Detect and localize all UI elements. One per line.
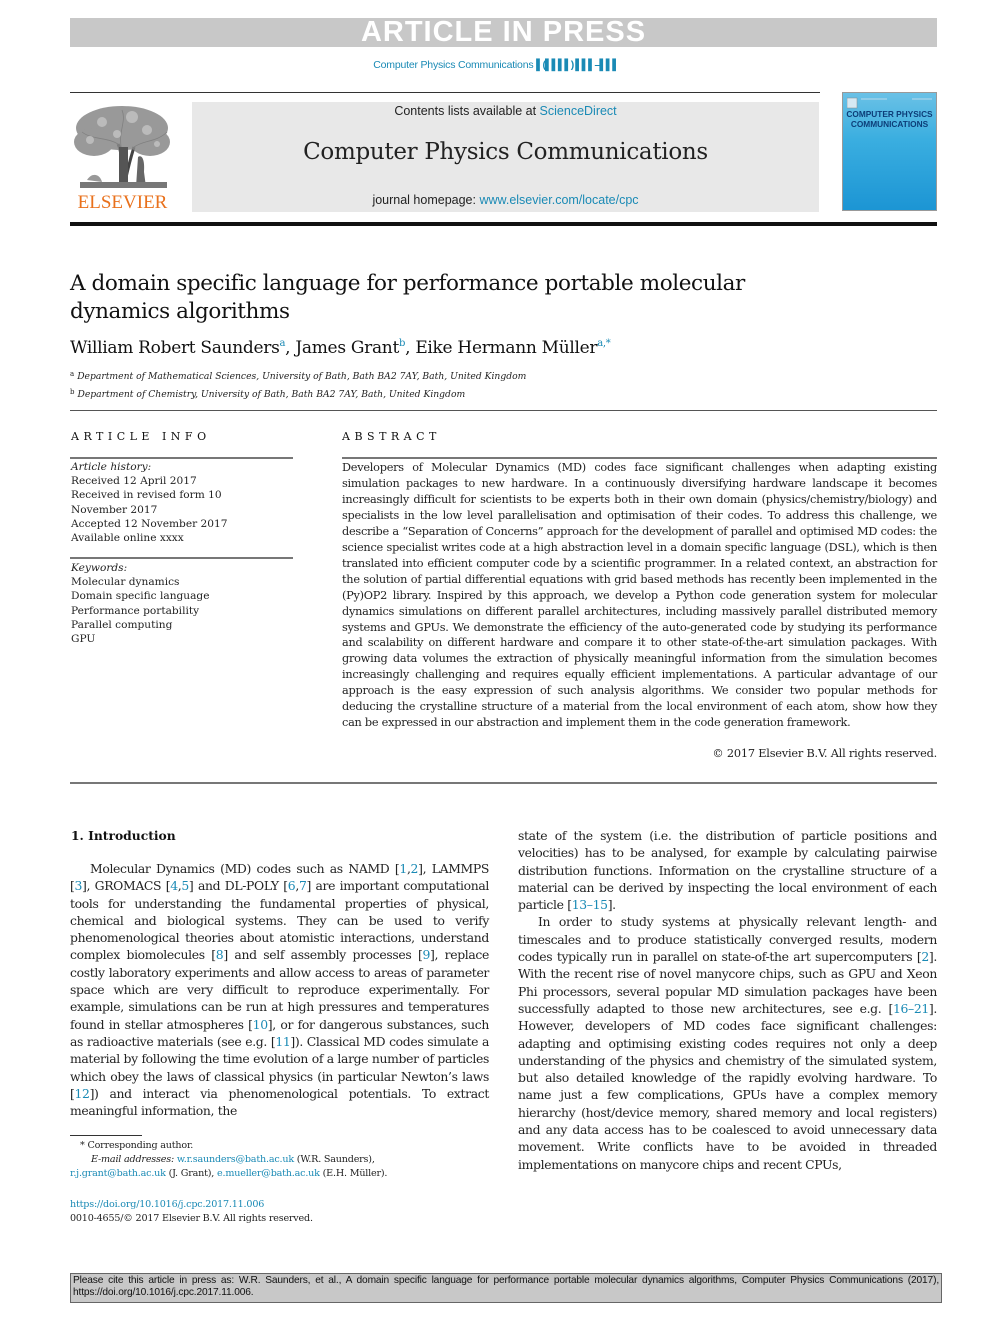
citation-link[interactable]: 5 bbox=[181, 878, 189, 893]
email-link[interactable]: e.mueller@bath.ac.uk bbox=[217, 1168, 320, 1179]
journal-homepage-link[interactable]: www.elsevier.com/locate/cpc bbox=[479, 193, 638, 207]
author-name: James Grant bbox=[295, 338, 399, 358]
citation-link[interactable]: 4 bbox=[170, 878, 178, 893]
affiliations: a Department of Mathematical Sciences, Un… bbox=[70, 367, 526, 402]
contents-prefix: Contents lists available at bbox=[394, 104, 540, 118]
footnotes: * Corresponding author. E-mail addresses… bbox=[70, 1139, 490, 1182]
corresponding-text: Corresponding author. bbox=[87, 1140, 194, 1151]
history-item: Received 12 April 2017 bbox=[71, 475, 197, 488]
history-label: Article history: bbox=[71, 461, 152, 473]
corresponding-mark: * bbox=[80, 1140, 85, 1151]
citation-link[interactable]: 10 bbox=[253, 1017, 268, 1032]
affiliation-marker: a bbox=[70, 370, 75, 378]
header-thick-rule bbox=[70, 222, 937, 226]
journal-name: Computer Physics Communications bbox=[303, 139, 708, 165]
author-affiliation-link[interactable]: a,* bbox=[597, 338, 611, 349]
keyword: GPU bbox=[71, 633, 96, 646]
doi-block: https://doi.org/10.1016/j.cpc.2017.11.00… bbox=[70, 1198, 490, 1226]
article-history: Article history: Received 12 April 2017 … bbox=[71, 460, 293, 545]
keyword: Parallel computing bbox=[71, 618, 173, 631]
title-rule bbox=[70, 410, 937, 411]
citation-link[interactable]: 16–21 bbox=[893, 1001, 929, 1016]
email-owner: (W.R. Saunders), bbox=[293, 1154, 375, 1166]
history-item: Available online xxxx bbox=[71, 532, 184, 545]
footnote-rule bbox=[70, 1135, 142, 1136]
citation-link[interactable]: 13–15 bbox=[572, 897, 608, 912]
journal-reference: Computer Physics Communications ▌(▌▌▌▌) … bbox=[0, 59, 992, 71]
cover-logo-icon bbox=[847, 97, 932, 109]
citation-link[interactable]: 8 bbox=[216, 947, 224, 962]
email-link[interactable]: w.r.saunders@bath.ac.uk bbox=[177, 1154, 294, 1165]
email-label: E-mail addresses: bbox=[91, 1154, 174, 1166]
email-note: E-mail addresses: w.r.saunders@bath.ac.u… bbox=[70, 1153, 490, 1181]
history-item: Accepted 12 November 2017 bbox=[71, 517, 228, 530]
article-in-press-text: ARTICLE IN PRESS bbox=[360, 16, 647, 48]
abstract-text: Developers of Molecular Dynamics (MD) co… bbox=[342, 461, 937, 730]
article-info-rule bbox=[70, 457, 293, 459]
email-owner: (E.H. Müller). bbox=[319, 1168, 388, 1180]
citation-link[interactable]: 3 bbox=[74, 878, 82, 893]
citation-link[interactable]: 2 bbox=[411, 861, 419, 876]
sciencedirect-link[interactable]: ScienceDirect bbox=[540, 104, 617, 118]
journal-masthead: Contents lists available at ScienceDirec… bbox=[192, 102, 819, 212]
elsevier-logo[interactable]: ELSEVIER bbox=[70, 102, 175, 213]
abstract-copyright: © 2017 Elsevier B.V. All rights reserved… bbox=[712, 747, 937, 760]
keywords-label: Keywords: bbox=[71, 562, 128, 574]
citation-link[interactable]: 2 bbox=[921, 949, 929, 964]
affiliation-text: Department of Mathematical Sciences, Uni… bbox=[77, 371, 527, 382]
corresponding-author-note: * Corresponding author. bbox=[70, 1139, 490, 1153]
paper-title: A domain specific language for performan… bbox=[70, 271, 745, 324]
journal-ref-name: Computer Physics Communications bbox=[373, 59, 534, 71]
section-heading-introduction: 1. Introduction bbox=[71, 828, 176, 843]
body-paragraph: state of the system (i.e. the distributi… bbox=[518, 828, 937, 913]
author-name: Eike Hermann Müller bbox=[415, 338, 598, 358]
journal-homepage: journal homepage: www.elsevier.com/locat… bbox=[192, 193, 819, 207]
email-owner: (J. Grant), bbox=[165, 1168, 218, 1180]
author-affiliation-link[interactable]: b bbox=[399, 338, 405, 349]
author-name: William Robert Saunders bbox=[70, 338, 280, 358]
citation-link[interactable]: 12 bbox=[74, 1086, 89, 1101]
issn-copyright: 0010-4655/© 2017 Elsevier B.V. All right… bbox=[70, 1213, 313, 1225]
author-affiliation-link[interactable]: a bbox=[280, 338, 286, 349]
citation-box: Please cite this article in press as: W.… bbox=[70, 1273, 942, 1303]
keyword: Performance portability bbox=[71, 604, 200, 617]
doi-link[interactable]: https://doi.org/10.1016/j.cpc.2017.11.00… bbox=[70, 1199, 264, 1210]
email-link[interactable]: r.j.grant@bath.ac.uk bbox=[70, 1168, 166, 1179]
keyword: Domain specific language bbox=[71, 590, 210, 603]
cover-title-line2: COMMUNICATIONS bbox=[850, 118, 929, 129]
affiliation-marker: b bbox=[70, 387, 75, 396]
affiliation-text: Department of Chemistry, University of B… bbox=[77, 388, 466, 400]
history-item: Received in revised form 10 November 201… bbox=[71, 489, 222, 516]
abstract-end-rule bbox=[70, 782, 937, 784]
article-in-press-banner: ARTICLE IN PRESS bbox=[70, 16, 937, 48]
volume-placeholder: ▌(▌▌▌▌) ▌▌▌–▌▌▌ bbox=[536, 59, 620, 71]
citation-link[interactable]: 9 bbox=[422, 947, 430, 962]
header-rule bbox=[70, 92, 820, 93]
body-paragraph: In order to study systems at physically … bbox=[518, 914, 937, 1172]
keywords-rule bbox=[70, 557, 293, 559]
citation-link[interactable]: 1 bbox=[399, 861, 407, 876]
elsevier-wordmark: ELSEVIER bbox=[77, 192, 168, 213]
affiliation: a Department of Mathematical Sciences, Un… bbox=[70, 367, 526, 385]
citation-link[interactable]: 11 bbox=[275, 1034, 290, 1049]
homepage-prefix: journal homepage: bbox=[372, 193, 480, 207]
contents-availability: Contents lists available at ScienceDirec… bbox=[192, 104, 819, 118]
abstract-rule bbox=[342, 457, 937, 459]
citation-link[interactable]: 6 bbox=[288, 878, 296, 893]
keywords: Keywords: Molecular dynamics Domain spec… bbox=[71, 561, 293, 646]
elsevier-tree-icon bbox=[74, 106, 170, 188]
keyword: Molecular dynamics bbox=[71, 576, 180, 589]
body-right-column: state of the system (i.e. the distributi… bbox=[518, 827, 937, 1173]
body-left-column: Molecular Dynamics (MD) codes such as NA… bbox=[70, 861, 490, 1119]
article-info-heading: ARTICLE INFO bbox=[71, 430, 211, 443]
cover-title: COMPUTER PHYSICS COMMUNICATIONS bbox=[845, 109, 934, 129]
affiliation: b Department of Chemistry, University of … bbox=[70, 385, 526, 403]
author-list: William Robert Saundersa, James Grantb, … bbox=[70, 338, 611, 358]
citation-link[interactable]: 7 bbox=[299, 878, 307, 893]
journal-cover-image[interactable]: COMPUTER PHYSICS COMMUNICATIONS bbox=[842, 92, 937, 211]
abstract-heading: ABSTRACT bbox=[342, 430, 441, 443]
